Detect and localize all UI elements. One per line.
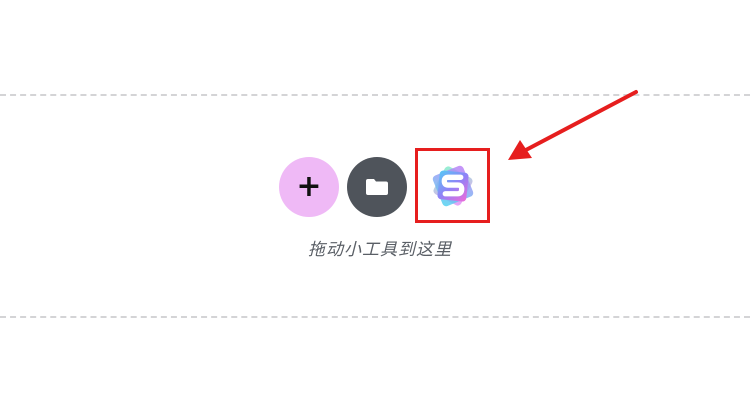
s-logo-icon[interactable] bbox=[424, 157, 482, 215]
drop-hint-text: 拖动小工具到这里 bbox=[308, 240, 452, 260]
plus-icon: + bbox=[296, 169, 322, 204]
highlighted-widget-frame bbox=[415, 148, 490, 223]
folder-button[interactable] bbox=[347, 157, 407, 217]
folder-icon bbox=[366, 179, 388, 195]
widget-button-row: + bbox=[279, 148, 499, 223]
add-widget-button[interactable]: + bbox=[279, 157, 339, 217]
page-canvas: + 拖动小工具到这里 bbox=[0, 0, 750, 400]
annotation-arrow bbox=[508, 90, 638, 160]
